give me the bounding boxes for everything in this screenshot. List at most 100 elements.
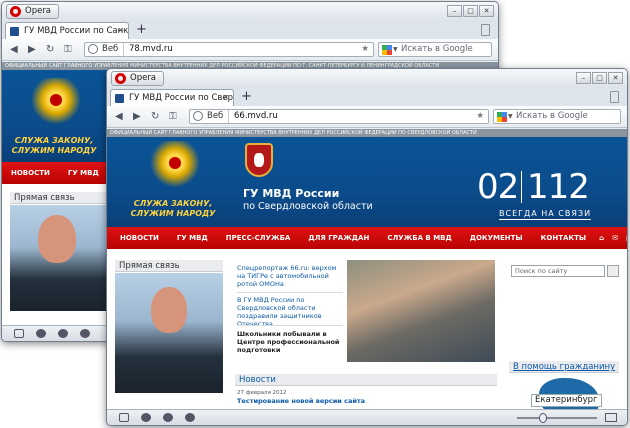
official-photo[interactable] <box>115 273 223 393</box>
home-icon[interactable]: ⌂ <box>595 234 608 242</box>
window-controls: – □ ✕ <box>576 72 623 84</box>
news-link[interactable]: Тестирование новой версии сайта <box>237 397 365 405</box>
divider <box>237 325 343 326</box>
panel-toggle-icon[interactable] <box>14 329 24 338</box>
tab-close-icon[interactable]: ✕ <box>222 93 229 102</box>
always-connected-link[interactable]: ВСЕГДА НА СВЯЗИ <box>499 209 592 220</box>
menu-item-news[interactable]: НОВОСТИ <box>2 169 59 177</box>
menu-item-gu-mvd[interactable]: ГУ МВД <box>168 234 217 242</box>
title-bar[interactable]: Opera – □ ✕ <box>107 69 627 89</box>
search-icon[interactable] <box>607 265 619 277</box>
regional-emblem-icon <box>245 143 273 177</box>
reload-icon[interactable]: ↻ <box>46 43 54 57</box>
reload-icon[interactable]: ↻ <box>151 110 159 124</box>
bookmark-star-icon[interactable]: ★ <box>476 110 484 123</box>
eagle-emblem-icon <box>26 78 86 126</box>
opera-menu-button[interactable]: Opera <box>6 4 60 19</box>
tab-78-mvd[interactable]: ГУ МВД России по Санкт-...✕ <box>5 22 129 39</box>
org-title: ГУ МВД России <box>243 187 340 200</box>
share-icon[interactable] <box>163 413 173 422</box>
favicon-icon <box>10 27 19 36</box>
globe-icon <box>193 111 203 121</box>
org-subtitle: по Свердловской области <box>243 201 373 212</box>
speed-dial-icon[interactable] <box>185 413 195 422</box>
news-item[interactable]: Спецрепортаж 66.ru: верхом на ТИГРе с ав… <box>237 264 341 288</box>
chevron-down-icon[interactable]: ▼ <box>393 43 398 56</box>
page-content: ОФИЦИАЛЬНЫЙ САЙТ ГЛАВНОГО УПРАВЛЕНИЯ МИН… <box>107 129 627 409</box>
share-icon[interactable] <box>58 329 68 338</box>
menu-item-gu-mvd[interactable]: ГУ МВД <box>59 169 108 177</box>
menu-item-citizens[interactable]: ДЛЯ ГРАЖДАН <box>299 234 378 242</box>
opera-logo-icon <box>115 73 126 84</box>
bookmark-star-icon[interactable]: ★ <box>361 43 369 56</box>
menu-item-service[interactable]: СЛУЖБА В МВД <box>378 234 460 242</box>
close-button[interactable]: ✕ <box>608 72 623 84</box>
site-header: СЛУЖА ЗАКОНУ, СЛУЖИМ НАРОДУ ГУ МВД России… <box>107 137 627 227</box>
maximize-button[interactable]: □ <box>463 5 478 17</box>
news-heading[interactable]: Новости <box>235 374 497 386</box>
opera-menu-button[interactable]: Opera <box>111 71 165 86</box>
emergency-number-02: 02 <box>477 167 519 207</box>
zoom-slider-handle[interactable] <box>539 413 547 423</box>
menu-item-contacts[interactable]: КОНТАКТЫ <box>532 234 595 242</box>
address-bar: ◀ ▶ ↻ ⚿ Веб 78.mvd.ru ★ ▼ Искать в Googl… <box>2 39 498 61</box>
maximize-button[interactable]: □ <box>592 72 607 84</box>
url-field[interactable]: Веб 78.mvd.ru ★ <box>84 42 374 57</box>
window-controls: – □ ✕ <box>447 5 494 17</box>
close-button[interactable]: ✕ <box>479 5 494 17</box>
city-label[interactable]: Екатеринбург <box>531 394 602 407</box>
menu-item-documents[interactable]: ДОКУМЕНТЫ <box>461 234 532 242</box>
trash-icon[interactable] <box>481 24 490 36</box>
new-tab-button[interactable]: + <box>136 23 147 37</box>
search-field[interactable]: ▼ Искать в Google <box>493 109 621 124</box>
chevron-down-icon[interactable]: ▼ <box>508 110 513 123</box>
url-field[interactable]: Веб 66.mvd.ru ★ <box>189 109 489 124</box>
news-photo[interactable] <box>347 260 495 362</box>
direct-line-heading: Прямая связь <box>10 192 106 204</box>
new-tab-button[interactable]: + <box>241 90 252 104</box>
sitemap-icon[interactable]: ▤ <box>622 234 627 242</box>
citizens-help-link[interactable]: В помощь гражданину <box>509 361 619 373</box>
cloud-icon[interactable] <box>141 413 151 422</box>
site-strip: ОФИЦИАЛЬНЫЙ САЙТ ГЛАВНОГО УПРАВЛЕНИЯ МИН… <box>107 129 627 137</box>
tab-close-icon[interactable]: ✕ <box>117 26 124 35</box>
news-item[interactable]: В ГУ МВД России по Свердловской области … <box>237 296 341 328</box>
browser-window-front[interactable]: Opera –□✕ ГУ МВД России по Свердл...✕ + … <box>106 68 628 426</box>
eagle-emblem-icon <box>145 141 205 189</box>
google-icon <box>497 112 507 122</box>
panel-toggle-icon[interactable] <box>119 413 129 422</box>
zoom-slider[interactable] <box>517 417 597 419</box>
opera-logo-icon <box>10 6 21 17</box>
key-icon[interactable]: ⚿ <box>64 43 72 57</box>
motto: СЛУЖА ЗАКОНУ, СЛУЖИМ НАРОДУ <box>130 199 216 218</box>
news-date: 27 февраля 2012 <box>237 390 287 396</box>
menu-item-press[interactable]: ПРЕСС-СЛУЖБА <box>217 234 300 242</box>
mail-icon[interactable]: ✉ <box>608 234 622 242</box>
site-search-input[interactable]: Поиск по сайту <box>511 265 605 277</box>
menu-item-news[interactable]: НОВОСТИ <box>111 234 168 242</box>
view-icon[interactable] <box>605 413 617 422</box>
speed-dial-icon[interactable] <box>80 329 90 338</box>
divider <box>237 292 343 293</box>
face <box>38 215 76 263</box>
key-icon[interactable]: ⚿ <box>169 110 177 124</box>
minimize-button[interactable]: – <box>447 5 462 17</box>
google-icon <box>382 45 392 55</box>
forward-arrow-icon[interactable]: ▶ <box>133 110 141 124</box>
news-item[interactable]: Школьники побывали в Центре профессионал… <box>237 330 341 354</box>
minimize-button[interactable]: – <box>576 72 591 84</box>
search-field[interactable]: ▼ Искать в Google <box>378 42 492 57</box>
back-arrow-icon[interactable]: ◀ <box>115 110 123 124</box>
cloud-icon[interactable] <box>36 329 46 338</box>
back-arrow-icon[interactable]: ◀ <box>10 43 18 57</box>
main-menu: НОВОСТИ ГУ МВД ПРЕСС-СЛУЖБА ДЛЯ ГРАЖДАН … <box>107 227 627 249</box>
emergency-number-112: 112 <box>527 167 590 207</box>
trash-icon[interactable] <box>610 91 619 103</box>
official-photo[interactable] <box>10 205 106 311</box>
region-map[interactable]: Екатеринбург <box>509 374 619 409</box>
tab-bar: ГУ МВД России по Свердл...✕ + <box>107 89 627 106</box>
forward-arrow-icon[interactable]: ▶ <box>28 43 36 57</box>
motto: СЛУЖА ЗАКОНУ, СЛУЖИМ НАРОДУ <box>11 136 97 155</box>
tab-66-mvd[interactable]: ГУ МВД России по Свердл...✕ <box>110 89 234 106</box>
title-bar[interactable]: Opera – □ ✕ <box>2 2 498 22</box>
